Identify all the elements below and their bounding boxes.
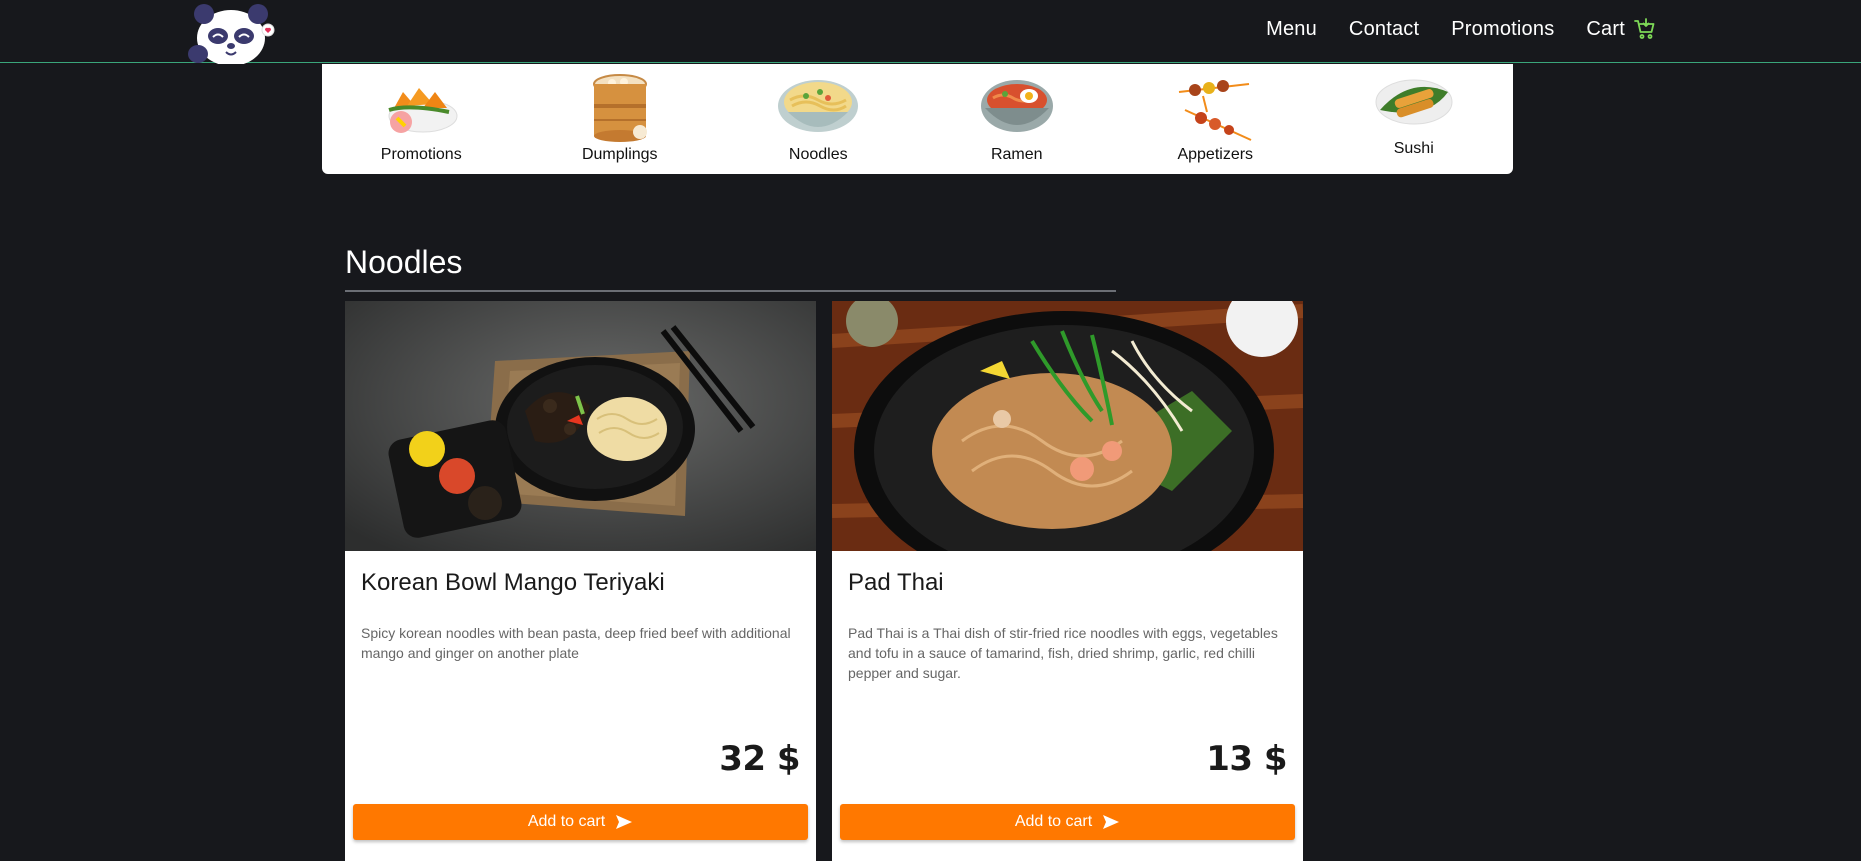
category-appetizers[interactable]: Appetizers [1116, 64, 1315, 174]
category-label: Ramen [990, 146, 1043, 163]
ramen-bowl-icon [980, 80, 1053, 132]
main-nav: Menu Contact Promotions Cart [1234, 17, 1657, 41]
send-icon [1103, 815, 1120, 829]
category-label: Dumplings [581, 146, 658, 163]
category-promotions[interactable]: Promotions [322, 64, 521, 174]
shopping-cart-icon [1634, 18, 1655, 39]
category-label: Noodles [788, 146, 848, 163]
category-dumplings[interactable]: Dumplings [521, 64, 720, 174]
send-icon [616, 815, 633, 829]
korean-bowl-photo [345, 301, 816, 551]
noodles-bowl-icon [778, 80, 859, 132]
add-to-cart-label: Add to cart [1014, 813, 1093, 830]
category-ramen[interactable]: Ramen [918, 64, 1117, 174]
category-label: Appetizers [1177, 146, 1254, 163]
top-navigation-bar: Menu Contact Promotions Cart [0, 0, 1861, 64]
product-card: Pad Thai Pad Thai is a Thai dish of stir… [832, 301, 1303, 861]
nav-promotions-link[interactable]: Promotions [1451, 18, 1554, 41]
product-price: 32 $ [719, 739, 800, 779]
category-label: Sushi [1393, 140, 1434, 157]
category-sushi[interactable]: Sushi [1315, 64, 1514, 174]
add-to-cart-label: Add to cart [527, 813, 606, 830]
panda-logo-icon[interactable] [186, 2, 276, 64]
promotions-dish-icon [388, 88, 458, 133]
section-divider [345, 290, 1116, 292]
product-title: Korean Bowl Mango Teriyaki [361, 569, 665, 596]
dumplings-steamer-icon [592, 74, 647, 142]
product-title: Pad Thai [848, 569, 944, 596]
product-price: 13 $ [1206, 739, 1287, 779]
spring-rolls-icon [1375, 79, 1453, 125]
add-to-cart-button[interactable]: Add to cart [840, 804, 1295, 840]
product-card: Korean Bowl Mango Teriyaki Spicy korean … [345, 301, 816, 861]
category-noodles[interactable]: Noodles [719, 64, 918, 174]
nav-contact-link[interactable]: Contact [1349, 18, 1419, 41]
nav-menu-link[interactable]: Menu [1266, 18, 1317, 41]
product-description: Pad Thai is a Thai dish of stir-fried ri… [848, 625, 1278, 681]
skewers-icon [1179, 80, 1252, 141]
section-title: Noodles [345, 244, 463, 280]
product-description: Spicy korean noodles with bean pasta, de… [361, 625, 791, 661]
nav-cart-link[interactable]: Cart [1586, 17, 1657, 41]
pad-thai-photo [832, 301, 1303, 551]
category-label: Promotions [380, 146, 462, 163]
cart-label: Cart [1586, 17, 1625, 40]
add-to-cart-button[interactable]: Add to cart [353, 804, 808, 840]
category-bar: Promotions Dumplings Noodles Ramen Appet… [322, 64, 1513, 174]
